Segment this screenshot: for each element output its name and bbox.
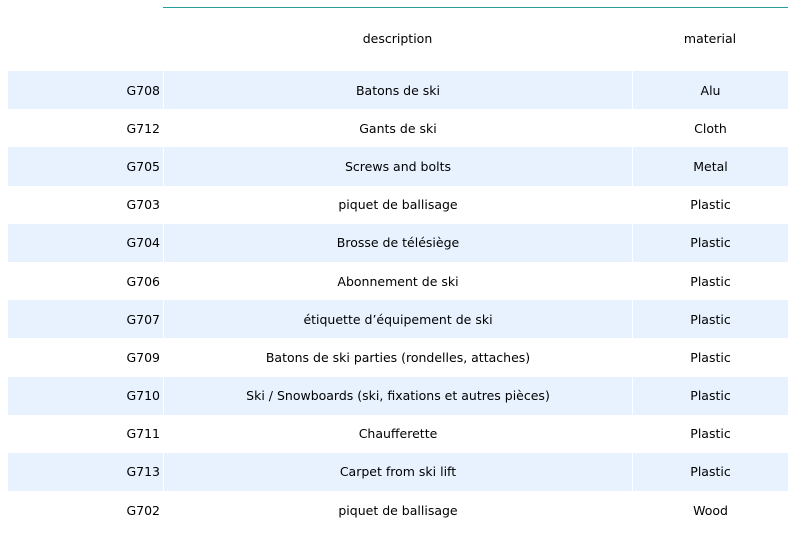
cell-code: G705 xyxy=(126,158,160,174)
cell-description: Gants de ski xyxy=(163,109,632,148)
cell-description: piquet de ballisage xyxy=(163,491,632,530)
cell-code: G713 xyxy=(126,464,160,480)
cell-description: Brosse de télésiège xyxy=(163,223,632,262)
table-row: G704 Brosse de télésiège Plastic xyxy=(8,223,788,262)
cell-description: piquet de ballisage xyxy=(163,185,632,224)
table-row: G709 Batons de ski parties (rondelles, at… xyxy=(8,338,788,377)
cell-description: Chaufferette xyxy=(163,414,632,453)
cell-code: G702 xyxy=(126,502,160,518)
cell-material: Plastic xyxy=(632,452,788,492)
table-body: G708 Batons de ski Alu G712 Gants de ski Clot… xyxy=(8,71,788,530)
table-row: G711 Chaufferette Plastic xyxy=(8,414,788,453)
table-row: G706 Abonnement de ski Plastic xyxy=(8,261,788,301)
cell-code: G710 xyxy=(126,388,160,404)
cell-material: Plastic xyxy=(632,223,788,262)
data-table: description material G708 Batons de ski Al… xyxy=(8,7,788,530)
cell-code: G709 xyxy=(126,349,160,365)
cell-material: Plastic xyxy=(632,300,788,339)
cell-code: G707 xyxy=(126,311,160,327)
cell-code: G703 xyxy=(126,197,160,213)
cell-material: Plastic xyxy=(632,338,788,377)
cell-material: Wood xyxy=(632,491,788,530)
cell-description: Abonnement de ski xyxy=(163,261,632,301)
table-row: G707 étiquette d’équipement de ski Plastic xyxy=(8,300,788,339)
cell-code: G712 xyxy=(126,120,160,136)
column-header-description: description xyxy=(362,31,433,46)
cell-code: G706 xyxy=(126,273,160,289)
cell-material: Plastic xyxy=(632,261,788,301)
cell-material: Plastic xyxy=(632,185,788,224)
cell-material: Cloth xyxy=(632,109,788,148)
cell-description: Screws and bolts xyxy=(163,147,632,186)
table-header: description material xyxy=(8,7,788,71)
cell-description: Batons de ski parties (rondelles, attach… xyxy=(163,338,632,377)
cell-material: Alu xyxy=(632,71,788,110)
table-row: G702 piquet de ballisage Wood xyxy=(8,491,788,530)
cell-material: Metal xyxy=(632,147,788,186)
table-row: G705 Screws and bolts Metal xyxy=(8,147,788,186)
cell-description: Ski / Snowboards (ski, fixations et autr… xyxy=(163,376,632,415)
table-row: G710 Ski / Snowboards (ski, fixations et … xyxy=(8,376,788,415)
table-row: G708 Batons de ski Alu xyxy=(8,71,788,110)
table-row: G703 piquet de ballisage Plastic xyxy=(8,185,788,224)
table-row: G713 Carpet from ski lift Plastic xyxy=(8,452,788,492)
cell-description: étiquette d’équipement de ski xyxy=(163,300,632,339)
cell-code: G708 xyxy=(126,82,160,98)
cell-description: Batons de ski xyxy=(163,71,632,110)
cell-material: Plastic xyxy=(632,376,788,415)
cell-code: G704 xyxy=(126,235,160,251)
table-row: G712 Gants de ski Cloth xyxy=(8,109,788,148)
column-header-material: material xyxy=(683,31,737,46)
cell-code: G711 xyxy=(126,426,160,442)
cell-material: Plastic xyxy=(632,414,788,453)
cell-description: Carpet from ski lift xyxy=(163,452,632,492)
